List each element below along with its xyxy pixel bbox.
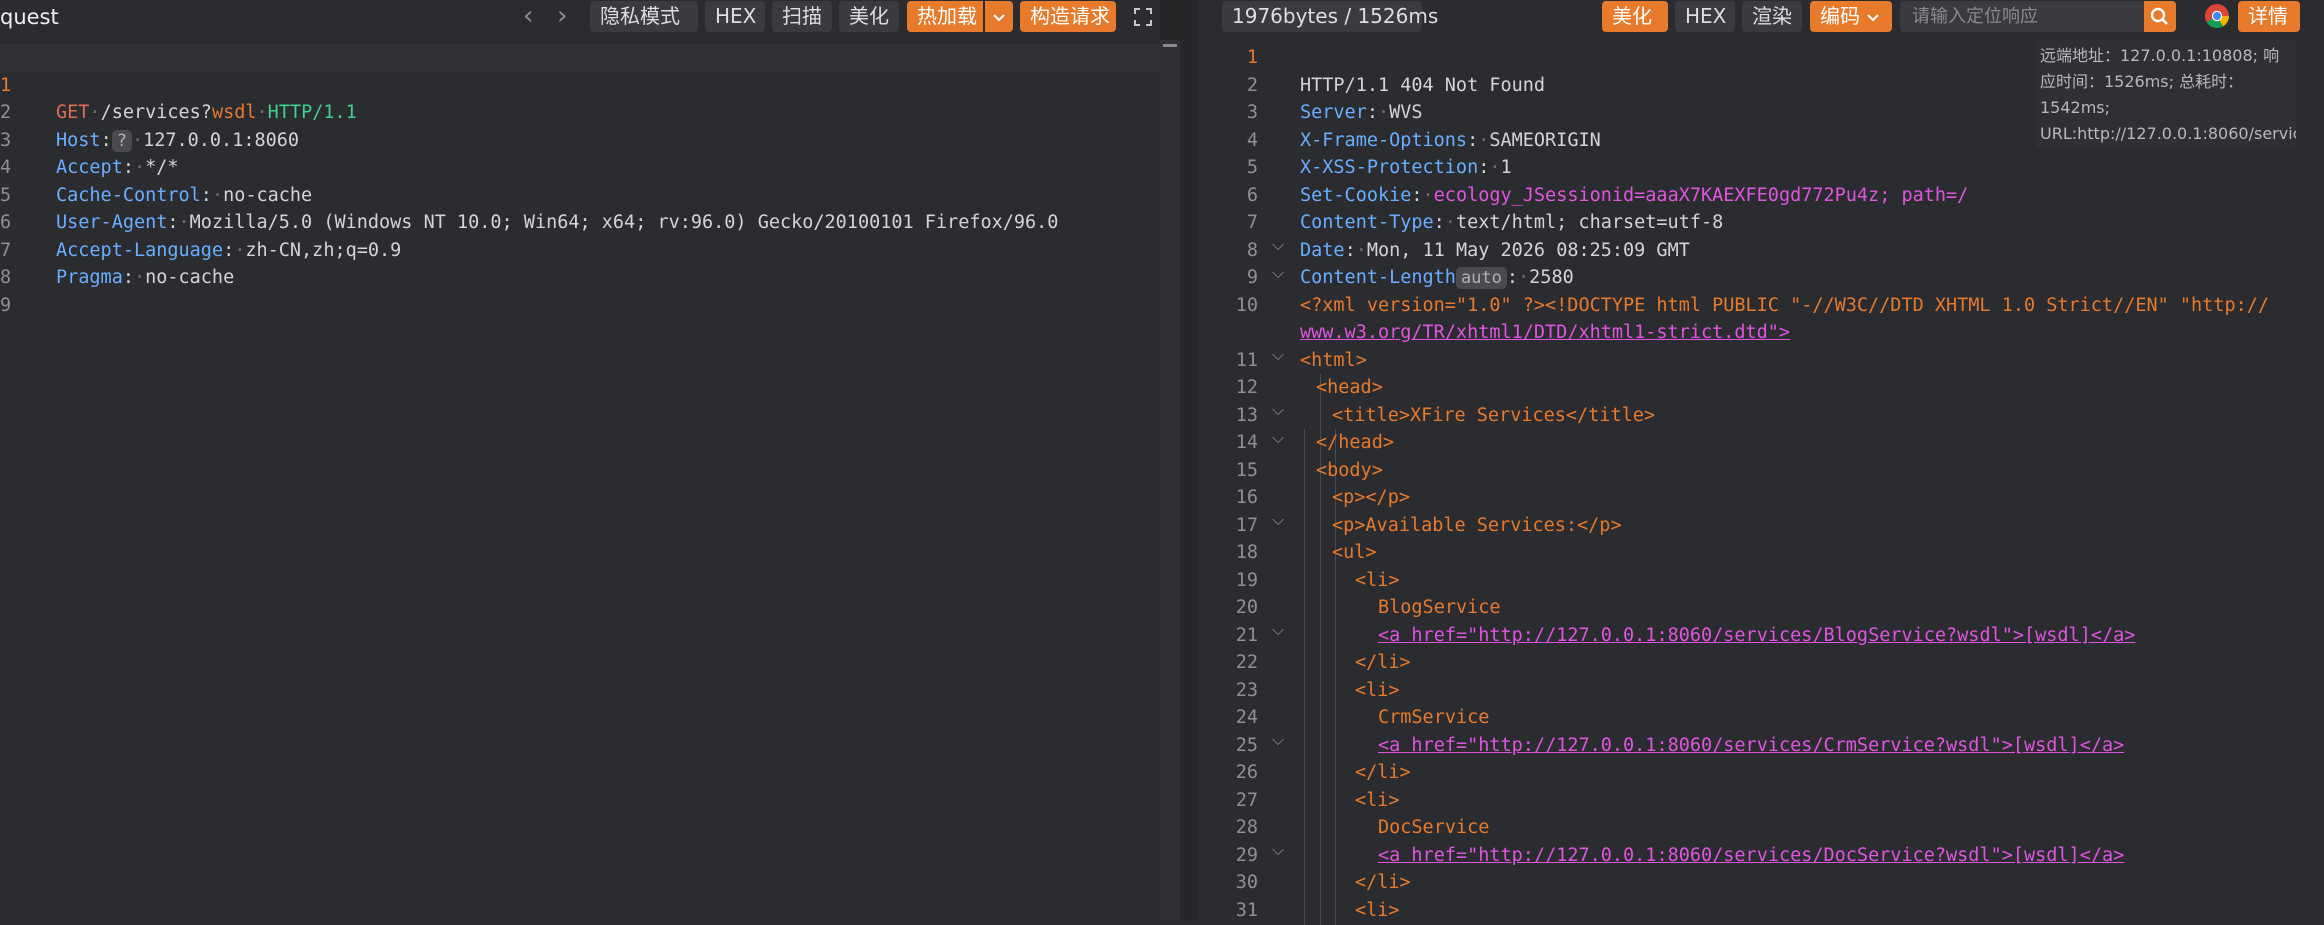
body-line: <p>Available Services:</p> <box>1198 512 2324 540</box>
details-button[interactable]: 详情 <box>2238 1 2300 32</box>
body-line: <head> <box>1198 374 2324 402</box>
build-request-button[interactable]: 构造请求 <box>1020 1 1116 32</box>
line-number: 9 <box>0 294 12 316</box>
header-line: 2 Host:? ·127.0.0.1:8060 <box>0 72 1160 152</box>
search-input[interactable]: 请输入定位响应 <box>1900 1 2150 32</box>
auto-badge[interactable]: auto <box>1455 267 1507 289</box>
chevron-down-icon[interactable]: ⌵ <box>1272 263 1284 283</box>
xml-decl: <?xml version="1.0" ?><!DOCTYPE html PUB… <box>1300 294 2270 316</box>
code-text: </li> <box>1355 762 1411 783</box>
empty-line: 8 <box>0 237 1160 288</box>
code-text: BlogService <box>1378 597 1501 618</box>
request-line: 1 GET·/services?wsdl·HTTP/1.1 <box>0 44 1160 123</box>
code-text: <title>XFire Services</title> <box>1332 404 1656 426</box>
empty-line: 9 <box>0 264 1160 316</box>
privacy-mode-button[interactable]: 隐私模式 <box>590 1 698 32</box>
body-line: </head> <box>1198 429 2324 457</box>
body-line: DocService <box>1198 814 2324 842</box>
code-text: <body> <box>1316 459 1383 481</box>
code-text: <li> <box>1355 899 1400 921</box>
scan-button[interactable]: 扫描 <box>772 1 832 32</box>
header-name: Content-Length <box>1300 267 1456 288</box>
body-line: CrmService <box>1198 704 2324 732</box>
wsdl-link[interactable]: <a href="http://127.0.0.1:8060/services/… <box>1378 622 2135 650</box>
code-text: CrmService <box>1378 707 1490 728</box>
body-line: <li> <box>1198 787 2324 815</box>
wsdl-link[interactable]: <a href="http://127.0.0.1:8060/services/… <box>1378 842 2124 870</box>
header-line: 3 Accept:·*/* <box>0 99 1160 179</box>
header-line: Server:·WVS <box>1300 102 1423 123</box>
body-line: <li> <box>1198 677 2324 705</box>
code-text: <p></p> <box>1332 487 1410 508</box>
expand-icon[interactable] <box>1133 0 1153 34</box>
hot-reload-dropdown[interactable] <box>985 1 1013 32</box>
chevron-left-icon[interactable]: ‹ <box>523 0 533 34</box>
beautify-button[interactable]: 美化 <box>839 1 899 32</box>
body-line: </li> <box>1198 759 2324 787</box>
response-panel: 1976bytes / 1526ms 美化 HEX 渲染 编码 请输入定位响应 … <box>1198 0 2324 925</box>
header-line: 7 Pragma:·no-cache <box>0 209 1160 289</box>
body-line: <li> <box>1198 897 2324 925</box>
search-icon <box>2150 7 2168 25</box>
body-line: <a href="http://127.0.0.1:8060/services/… <box>1198 842 2324 870</box>
code-text: </li> <box>1355 652 1411 673</box>
body-line: <a href="http://127.0.0.1:8060/services/… <box>1198 732 2324 760</box>
status-line: HTTP/1.1 404 Not Found <box>1198 44 2324 96</box>
doctype-url[interactable]: www.w3.org/TR/xhtml1/DTD/xhtml1-strict.d… <box>1300 319 1790 347</box>
body-line: <ul> <box>1198 539 2324 567</box>
header-line: X-Frame-Options:·SAMEORIGIN <box>1300 129 1601 151</box>
header-line: Date:·Mon, 11 May 2026 08:25:09 GMT <box>1300 239 1690 261</box>
body-line: www.w3.org/TR/xhtml1/DTD/xhtml1-strict.d… <box>1198 319 2324 347</box>
beautify-button[interactable]: 美化 <box>1602 1 1668 32</box>
code-text: <html> <box>1300 349 1367 371</box>
response-scrollbar[interactable] <box>2314 40 2324 921</box>
code-text: DocService <box>1378 817 1490 838</box>
body-line: </li> <box>1198 649 2324 677</box>
response-size: 1976bytes / 1526ms <box>1222 1 1438 32</box>
hex-button[interactable]: HEX <box>705 1 765 32</box>
body-line: BlogService <box>1198 594 2324 622</box>
body-line: <li> <box>1198 567 2324 595</box>
body-line: <body> <box>1198 457 2324 485</box>
chrome-icon[interactable] <box>2204 3 2230 33</box>
body-line: </li> <box>1198 869 2324 897</box>
request-toolbar: quest ‹ › 隐私模式 HEX 扫描 美化 热加载 构造请求 <box>0 0 1160 34</box>
render-button[interactable]: 渲染 <box>1742 1 1802 32</box>
code-text: <ul> <box>1332 542 1377 563</box>
body-line: <html> <box>1198 347 2324 375</box>
panel-divider[interactable] <box>1160 0 1198 921</box>
header-line: Content-Length auto:·2580 <box>1300 267 1574 289</box>
body-line: <p></p> <box>1198 484 2324 512</box>
chevron-right-icon[interactable]: › <box>557 0 567 34</box>
header-line: Content-Type:·text/html; charset=utf-8 <box>1300 212 1724 233</box>
request-scrollbar[interactable] <box>1160 40 1180 921</box>
code-text: </head> <box>1316 432 1394 453</box>
search-button[interactable] <box>2144 1 2176 32</box>
body-line: <a href="http://127.0.0.1:8060/services/… <box>1198 622 2324 650</box>
header-line: X-XSS-Protection:·1 <box>1300 157 1512 178</box>
chevron-down-icon <box>993 14 1005 22</box>
header-line: 4 Cache-Control:·no-cache <box>0 127 1160 206</box>
response-toolbar: 1976bytes / 1526ms 美化 HEX 渲染 编码 请输入定位响应 … <box>1198 0 2324 34</box>
body-line: <title>XFire Services</title> <box>1198 402 2324 430</box>
hot-reload-button[interactable]: 热加载 <box>907 1 983 32</box>
hex-button[interactable]: HEX <box>1675 1 1735 32</box>
code-text: <li> <box>1355 789 1400 811</box>
header-line: Set-Cookie:·ecology_JSessionid=aaaX7KAEX… <box>1300 184 1969 206</box>
header-line: 5 User-Agent:·Mozilla/5.0 (Windows NT 10… <box>0 154 1160 234</box>
code-text: <li> <box>1355 569 1400 591</box>
encoding-label: 编码 <box>1820 4 1860 28</box>
chevron-down-icon <box>1867 14 1880 22</box>
code-text: <p>Available Services:</p> <box>1332 514 1622 536</box>
request-panel: quest ‹ › 隐私模式 HEX 扫描 美化 热加载 构造请求 1 GET·… <box>0 0 1160 921</box>
code-text: <li> <box>1355 679 1400 701</box>
body-line: <?xml version="1.0" ?><!DOCTYPE html PUB… <box>1198 292 2324 320</box>
encoding-dropdown[interactable]: 编码 <box>1810 1 1892 32</box>
request-panel-title: quest <box>0 5 59 29</box>
code-text: <head> <box>1316 377 1383 398</box>
code-text: </li> <box>1355 872 1411 893</box>
wsdl-link[interactable]: <a href="http://127.0.0.1:8060/services/… <box>1378 732 2124 760</box>
header-value: 2580 <box>1529 267 1574 288</box>
header-line: 6 Accept-Language:·zh-CN,zh;q=0.9 <box>0 182 1160 261</box>
